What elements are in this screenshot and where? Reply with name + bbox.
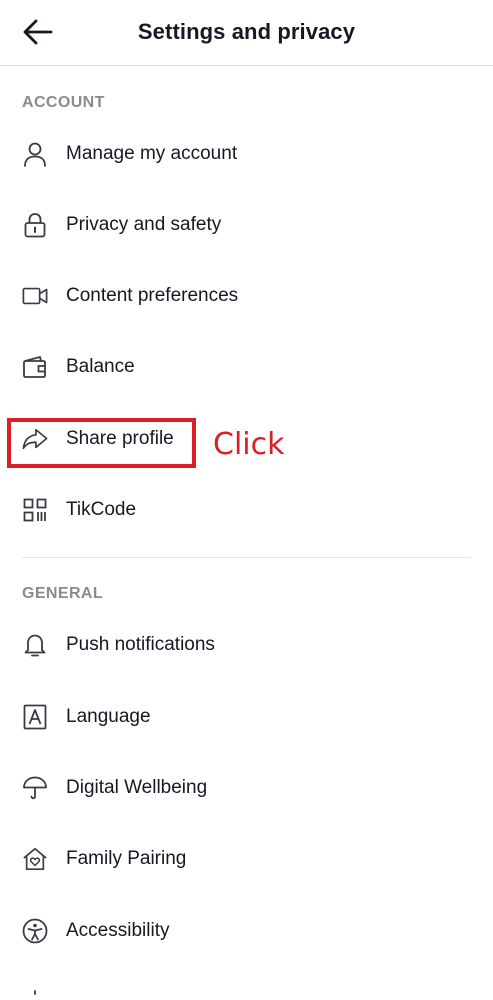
menu-item-label: Language xyxy=(66,706,151,727)
menu-item-content-preferences[interactable]: Content preferences xyxy=(0,266,493,326)
person-icon xyxy=(22,141,48,167)
video-camera-icon xyxy=(22,283,48,309)
section-header-general: GENERAL xyxy=(22,585,104,602)
section-header-account: ACCOUNT xyxy=(22,94,105,111)
qr-code-icon xyxy=(22,497,48,523)
wallet-icon xyxy=(22,354,48,380)
click-annotation-label: Click xyxy=(213,427,285,462)
menu-item-label: Family Pairing xyxy=(66,848,187,869)
menu-item-label: Digital Wellbeing xyxy=(66,777,208,798)
menu-item-label: TikCode xyxy=(66,499,137,520)
menu-item-tikcode[interactable]: TikCode xyxy=(0,480,493,540)
umbrella-icon xyxy=(22,775,48,801)
menu-item-privacy-safety[interactable]: Privacy and safety xyxy=(0,195,493,255)
click-highlight-box xyxy=(7,418,196,468)
menu-item-label: Privacy and safety xyxy=(66,214,222,235)
letter-a-icon xyxy=(22,704,48,730)
lock-icon xyxy=(22,212,48,238)
top-bar: Settings and privacy xyxy=(0,0,493,66)
menu-item-label: Accessibility xyxy=(66,920,170,941)
menu-item-manage-account[interactable]: Manage my account xyxy=(0,124,493,184)
bell-icon xyxy=(22,632,48,658)
house-heart-icon xyxy=(22,846,48,872)
menu-item-digital-wellbeing[interactable]: Digital Wellbeing xyxy=(0,758,493,818)
accessibility-icon xyxy=(22,918,48,944)
menu-item-balance[interactable]: Balance xyxy=(0,337,493,397)
menu-item-accessibility[interactable]: Accessibility xyxy=(0,901,493,961)
menu-item-label: Push notifications xyxy=(66,634,215,655)
menu-item-push-notifications[interactable]: Push notifications xyxy=(0,615,493,675)
section-divider xyxy=(22,557,471,558)
partial-menu-icon xyxy=(22,986,48,1000)
menu-item-label: Content preferences xyxy=(66,285,239,306)
menu-item-label: Manage my account xyxy=(66,143,238,164)
settings-page: Settings and privacy ACCOUNT Manage my a… xyxy=(0,0,493,1000)
menu-item-language[interactable]: Language xyxy=(0,687,493,747)
menu-item-family-pairing[interactable]: Family Pairing xyxy=(0,829,493,889)
page-title: Settings and privacy xyxy=(137,19,356,44)
menu-item-label: Balance xyxy=(66,356,135,377)
